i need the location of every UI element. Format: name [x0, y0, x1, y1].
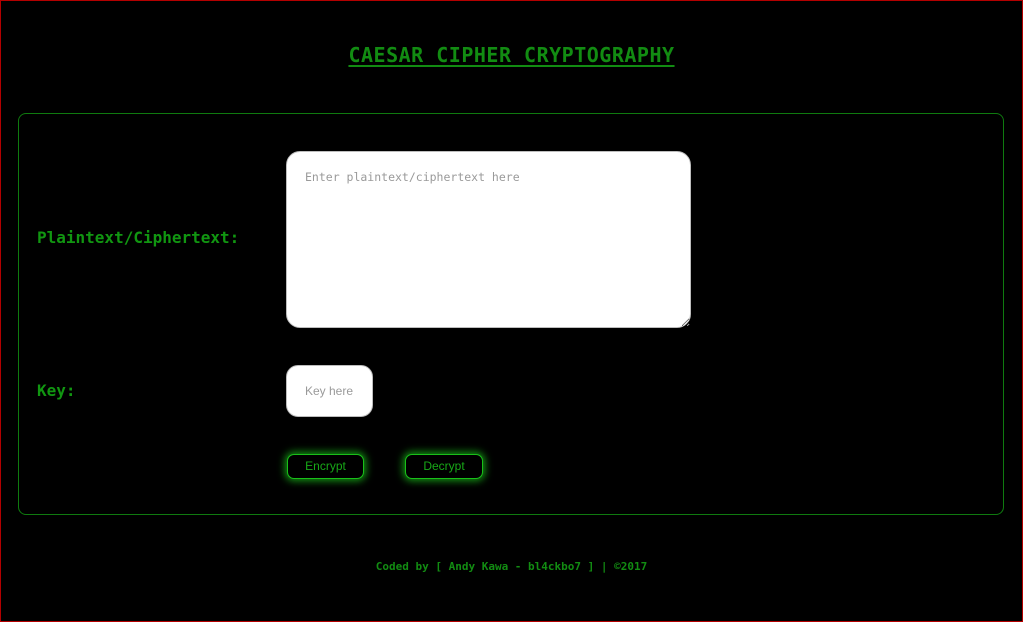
key-input[interactable]	[286, 365, 373, 417]
footer-credit: Coded by [ Andy Kawa - bl4ckbo7 ] | ©201…	[375, 560, 648, 573]
encrypt-button[interactable]: Encrypt	[287, 454, 364, 479]
decrypt-button[interactable]: Decrypt	[405, 454, 483, 479]
key-label: Key:	[37, 381, 76, 400]
plaintext-ciphertext-input[interactable]	[286, 151, 691, 328]
page-title: CAESAR CIPHER CRYPTOGRAPHY	[348, 43, 675, 67]
plaintext-ciphertext-label: Plaintext/Ciphertext:	[37, 228, 240, 247]
